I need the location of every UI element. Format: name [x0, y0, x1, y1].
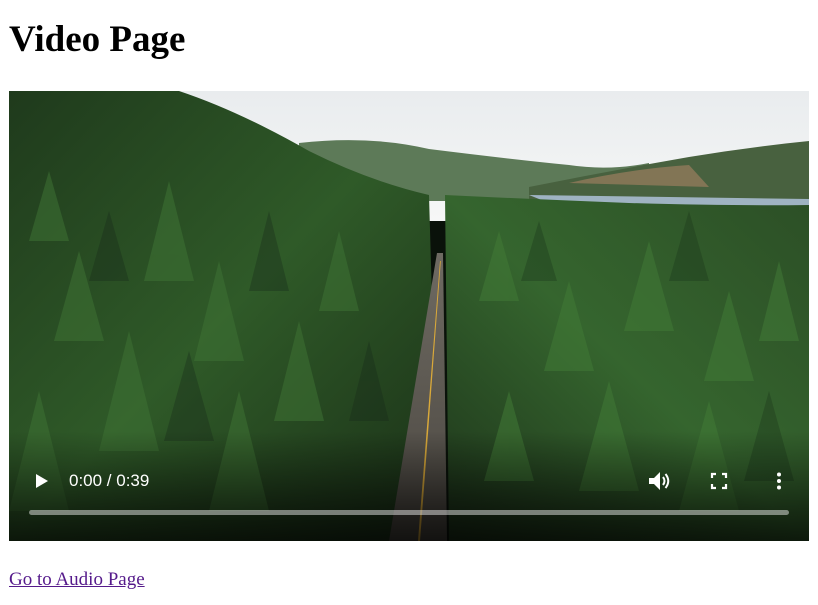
volume-icon [649, 472, 670, 490]
seek-bar[interactable] [29, 510, 789, 515]
more-options-button[interactable] [766, 468, 792, 494]
fullscreen-button[interactable] [706, 468, 732, 494]
time-display: 0:00 / 0:39 [69, 471, 150, 490]
fullscreen-icon [710, 472, 728, 490]
video-player[interactable]: 0:00 / 0:39 [9, 91, 809, 541]
audio-page-link[interactable]: Go to Audio Page [9, 568, 145, 592]
page-title: Video Page [9, 19, 186, 60]
play-icon [36, 474, 48, 488]
more-vertical-icon [777, 472, 781, 490]
play-button[interactable] [28, 468, 54, 494]
mute-button[interactable] [646, 468, 672, 494]
